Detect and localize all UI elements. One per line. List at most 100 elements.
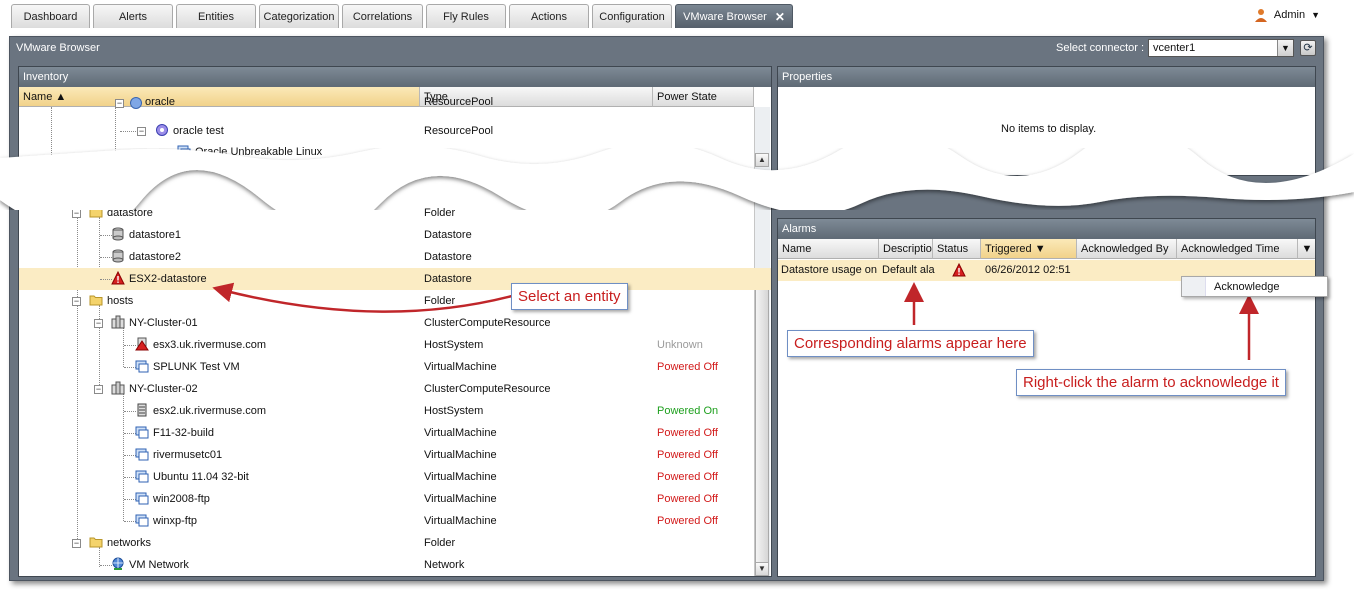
type-cell: Datastore xyxy=(424,229,472,241)
tree-node-label: SPLUNK Test VM xyxy=(153,361,240,373)
tree-node-label: Ubuntu 11.04 32-bit xyxy=(153,471,249,483)
alarm-triggered-cell: 06/26/2012 02:51 xyxy=(985,264,1071,276)
tab-configuration[interactable]: Configuration xyxy=(592,4,672,28)
vmware-browser-window: VMware Browser Select connector : vcente… xyxy=(9,36,1324,581)
inventory-header: Inventory xyxy=(19,67,771,87)
column-menu-button[interactable]: ▼ xyxy=(1298,239,1315,259)
tree-row[interactable]: − hosts Folder xyxy=(19,290,771,312)
column-header-description[interactable]: Descriptio xyxy=(879,239,933,259)
refresh-button[interactable]: ⟳ xyxy=(1300,40,1316,56)
warning-triangle-icon xyxy=(111,271,125,285)
type-cell: ClusterComputeResource xyxy=(424,383,551,395)
callout-text: Select an entity xyxy=(518,288,621,305)
datastore-icon xyxy=(112,227,124,241)
virtual-machine-icon xyxy=(135,470,149,483)
collapse-icon[interactable]: − xyxy=(72,209,81,218)
tree-row[interactable]: win2008-ftp VirtualMachine Powered Off xyxy=(19,488,771,510)
properties-header: Properties xyxy=(778,67,1315,87)
type-cell: Network xyxy=(424,559,465,571)
tree-row[interactable]: winxp-ftp VirtualMachine Powered Off xyxy=(19,510,771,532)
tree-row[interactable]: − networks Folder xyxy=(19,532,771,554)
connector-select[interactable]: vcenter1 ▼ xyxy=(1148,39,1294,57)
tree-row[interactable]: datastore2 Datastore xyxy=(19,246,771,268)
column-header-status[interactable]: Status xyxy=(933,239,981,259)
cluster-icon xyxy=(111,381,125,395)
tree-row[interactable]: − NY-Cluster-01 ClusterComputeResource xyxy=(19,312,771,334)
power-state-cell: Powered Off xyxy=(657,471,718,483)
column-header-triggered[interactable]: Triggered ▼ xyxy=(981,239,1077,259)
tree-row[interactable]: esx3.uk.rivermuse.com HostSystem Unknown xyxy=(19,334,771,356)
tree-row[interactable]: VM Network Network xyxy=(19,554,771,576)
collapse-icon[interactable]: − xyxy=(72,539,81,548)
collapse-icon[interactable]: − xyxy=(94,385,103,394)
tree-row[interactable]: F11-32-build VirtualMachine Powered Off xyxy=(19,422,771,444)
type-cell: ResourcePool xyxy=(424,96,494,108)
column-label: Triggered xyxy=(985,243,1032,255)
tab-fly-rules[interactable]: Fly Rules xyxy=(426,4,506,28)
tab-label: Actions xyxy=(530,10,568,23)
tree-row-oracle-test[interactable]: − oracle test ResourcePool xyxy=(19,120,771,142)
user-icon xyxy=(1254,9,1267,22)
type-cell: Datastore xyxy=(424,273,472,285)
column-header-name[interactable]: Name xyxy=(778,239,879,259)
callout-text: Right-click the alarm to acknowledge it xyxy=(1023,374,1279,391)
tab-actions[interactable]: Actions xyxy=(509,4,589,28)
user-menu[interactable]: Admin ▼ xyxy=(1254,8,1320,22)
tree-row[interactable]: esx2.uk.rivermuse.com HostSystem Powered… xyxy=(19,400,771,422)
tree-row-selected[interactable]: ESX2-datastore Datastore xyxy=(19,268,771,290)
tab-label: Entities xyxy=(197,10,235,23)
power-state-cell: Unknown xyxy=(657,339,703,351)
close-icon[interactable]: ✕ xyxy=(775,10,785,24)
tree-node-label: NY-Cluster-02 xyxy=(129,383,198,395)
tree-row[interactable]: − NY-Cluster-02 ClusterComputeResource xyxy=(19,378,771,400)
alarm-description-cell: Default ala xyxy=(882,264,935,276)
menu-gutter xyxy=(1182,277,1206,296)
properties-empty-text: No items to display. xyxy=(1001,123,1097,135)
power-state-cell: Powered On xyxy=(657,405,719,417)
tree-node-label: winxp-ftp xyxy=(153,515,198,527)
tree-node-label: esx3.uk.rivermuse.com xyxy=(153,339,267,351)
menu-item-acknowledge[interactable]: Acknowledge xyxy=(1214,281,1279,293)
tree-node-label: VM Network xyxy=(129,559,189,571)
refresh-icon: ⟳ xyxy=(1303,42,1313,54)
tab-alerts[interactable]: Alerts xyxy=(93,4,173,28)
cluster-icon xyxy=(111,315,125,329)
tree-node-label: NY-Cluster-01 xyxy=(129,317,198,329)
tree-node-label: F11-32-build xyxy=(153,427,214,439)
inventory-pane: Inventory Name ▲ Type Power State − orac… xyxy=(18,66,772,577)
type-cell: Folder xyxy=(424,295,456,307)
connector-value: vcenter1 xyxy=(1153,42,1196,54)
folder-icon xyxy=(89,537,103,548)
window-titlebar: VMware Browser Select connector : vcente… xyxy=(10,37,1323,59)
tab-dashboard[interactable]: Dashboard xyxy=(11,4,90,28)
tab-correlations[interactable]: Correlations xyxy=(342,4,423,28)
tab-entities[interactable]: Entities xyxy=(176,4,256,28)
tree-row[interactable]: rivermusetc01 VirtualMachine Powered Off xyxy=(19,444,771,466)
tree-node-label: hosts xyxy=(107,295,134,307)
main-tab-bar: Dashboard Alerts Entities Categorization… xyxy=(0,0,1354,30)
tab-categorization[interactable]: Categorization xyxy=(259,4,339,28)
type-cell: VirtualMachine xyxy=(424,515,497,527)
resource-pool-icon xyxy=(156,124,168,136)
server-alert-icon xyxy=(135,337,149,351)
datastore-icon xyxy=(112,249,124,263)
chevron-down-icon[interactable]: ▼ xyxy=(1277,40,1293,56)
collapse-icon[interactable]: − xyxy=(137,127,146,136)
callout-text: Corresponding alarms appear here xyxy=(794,335,1027,352)
collapse-icon[interactable]: − xyxy=(72,297,81,306)
tab-vmware-browser[interactable]: VMware Browser ✕ xyxy=(675,4,793,28)
tab-label: Categorization xyxy=(263,10,335,23)
collapse-icon[interactable]: − xyxy=(115,99,124,108)
virtual-machine-icon xyxy=(135,360,149,373)
collapse-icon[interactable]: − xyxy=(94,319,103,328)
tree-row[interactable]: SPLUNK Test VM VirtualMachine Powered Of… xyxy=(19,356,771,378)
column-header-acknowledged-time[interactable]: Acknowledged Time xyxy=(1177,239,1298,259)
tab-label: Dashboard xyxy=(23,10,78,23)
column-label: Name xyxy=(782,243,812,255)
power-state-cell: Powered Off xyxy=(657,449,718,461)
column-header-acknowledged-by[interactable]: Acknowledged By xyxy=(1077,239,1177,259)
tree-row[interactable]: datastore1 Datastore xyxy=(19,224,771,246)
alarm-name-cell: Datastore usage on xyxy=(781,264,878,276)
server-icon xyxy=(137,403,147,417)
tree-row[interactable]: Ubuntu 11.04 32-bit VirtualMachine Power… xyxy=(19,466,771,488)
